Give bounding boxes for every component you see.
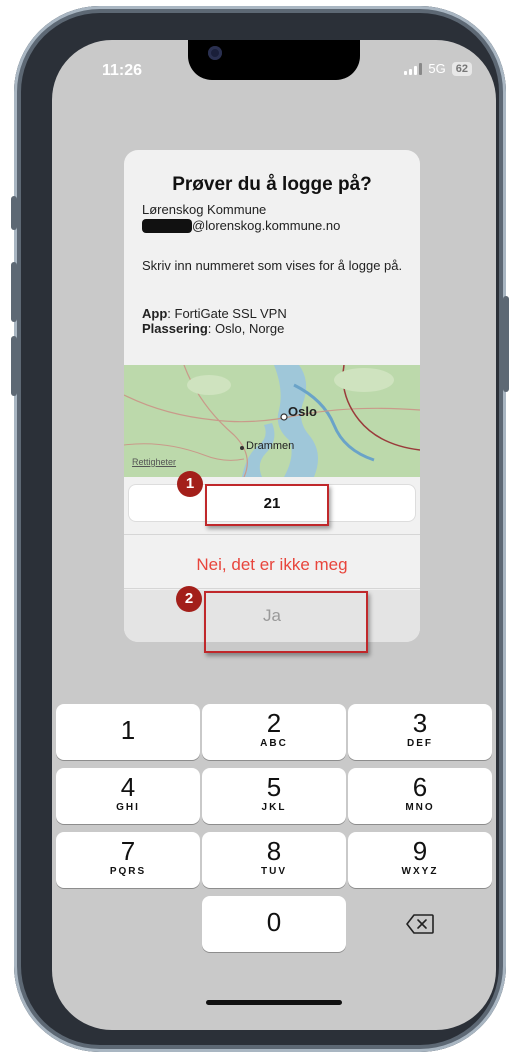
key-digit: 0 xyxy=(266,907,282,937)
location-map: Oslo Drammen Rettigheter xyxy=(124,365,420,477)
key-4[interactable]: 4 GHI xyxy=(56,768,200,824)
key-2[interactable]: 2 ABC xyxy=(202,704,346,760)
key-1[interactable]: 1 xyxy=(56,704,200,760)
key-letters: PQRS xyxy=(109,866,147,877)
key-0[interactable]: 0 xyxy=(202,896,346,952)
key-7[interactable]: 7 PQRS xyxy=(56,832,200,888)
volume-up-button xyxy=(11,262,17,322)
home-indicator xyxy=(206,1000,342,1005)
key-letters: JKL xyxy=(261,802,287,813)
location-value: : Oslo, Norge xyxy=(207,321,285,336)
status-indicators: 5G 62 xyxy=(404,61,472,76)
button-divider-top xyxy=(124,534,420,535)
key-3[interactable]: 3 DEF xyxy=(348,704,492,760)
instruction-text: Skriv inn nummeret som vises for å logge… xyxy=(142,258,403,273)
backspace-key[interactable] xyxy=(348,896,492,952)
signal-icon xyxy=(404,62,423,75)
map-city-drammen: Drammen xyxy=(246,440,295,452)
key-8[interactable]: 8 TUV xyxy=(202,832,346,888)
deny-button[interactable]: Nei, det er ikke meg xyxy=(124,542,420,588)
volume-down-button xyxy=(11,336,17,396)
power-button xyxy=(503,296,509,392)
location-info: Plassering: Oslo, Norge xyxy=(142,321,284,336)
step-marker-2: 2 xyxy=(176,586,202,612)
key-digit: 2 xyxy=(266,708,282,738)
phone-screen: 11:26 5G 62 Prøver du å logge på? Lørens… xyxy=(52,40,496,1030)
organization-name: Lørenskog Kommune xyxy=(142,202,267,217)
app-info: App: FortiGate SSL VPN xyxy=(142,306,287,321)
mute-switch xyxy=(11,196,17,230)
key-digit: 1 xyxy=(120,715,136,745)
app-label: App xyxy=(142,306,168,321)
key-digit: 4 xyxy=(120,772,136,802)
dialog-title: Prøver du å logge på? xyxy=(172,174,372,195)
key-digit: 6 xyxy=(412,772,428,802)
backspace-icon xyxy=(406,914,434,934)
key-letters: MNO xyxy=(405,802,435,813)
key-6[interactable]: 6 MNO xyxy=(348,768,492,824)
app-value: : FortiGate SSL VPN xyxy=(167,306,287,321)
key-letters: WXYZ xyxy=(401,866,439,877)
key-digit: 3 xyxy=(412,708,428,738)
phone-frame: 11:26 5G 62 Prøver du å logge på? Lørens… xyxy=(11,6,509,1052)
key-letters: TUV xyxy=(261,866,287,877)
sign-in-dialog: Prøver du å logge på? Lørenskog Kommune … xyxy=(124,150,420,642)
key-5[interactable]: 5 JKL xyxy=(202,768,346,824)
redacted-username xyxy=(142,218,192,233)
button-divider-bottom xyxy=(124,588,420,589)
key-letters: ABC xyxy=(260,738,288,749)
network-type: 5G xyxy=(428,61,446,76)
key-digit: 5 xyxy=(266,772,282,802)
email-domain: @lorenskog.kommune.no xyxy=(192,218,341,233)
highlight-box-number-input xyxy=(205,484,329,526)
battery-icon: 62 xyxy=(451,61,472,76)
location-label: Plassering xyxy=(142,321,208,336)
front-camera-icon xyxy=(208,46,222,60)
map-city-oslo: Oslo xyxy=(288,404,317,419)
status-time: 11:26 xyxy=(102,62,143,79)
key-digit: 9 xyxy=(412,836,428,866)
account-email: @lorenskog.kommune.no xyxy=(142,218,340,233)
key-9[interactable]: 9 WXYZ xyxy=(348,832,492,888)
highlight-box-confirm-button xyxy=(204,591,368,653)
key-letters: DEF xyxy=(407,738,433,749)
key-digit: 7 xyxy=(120,836,136,866)
map-legal-link[interactable]: Rettigheter xyxy=(132,457,176,467)
key-letters: GHI xyxy=(116,802,140,813)
step-marker-1: 1 xyxy=(177,471,203,497)
key-digit: 8 xyxy=(266,836,282,866)
